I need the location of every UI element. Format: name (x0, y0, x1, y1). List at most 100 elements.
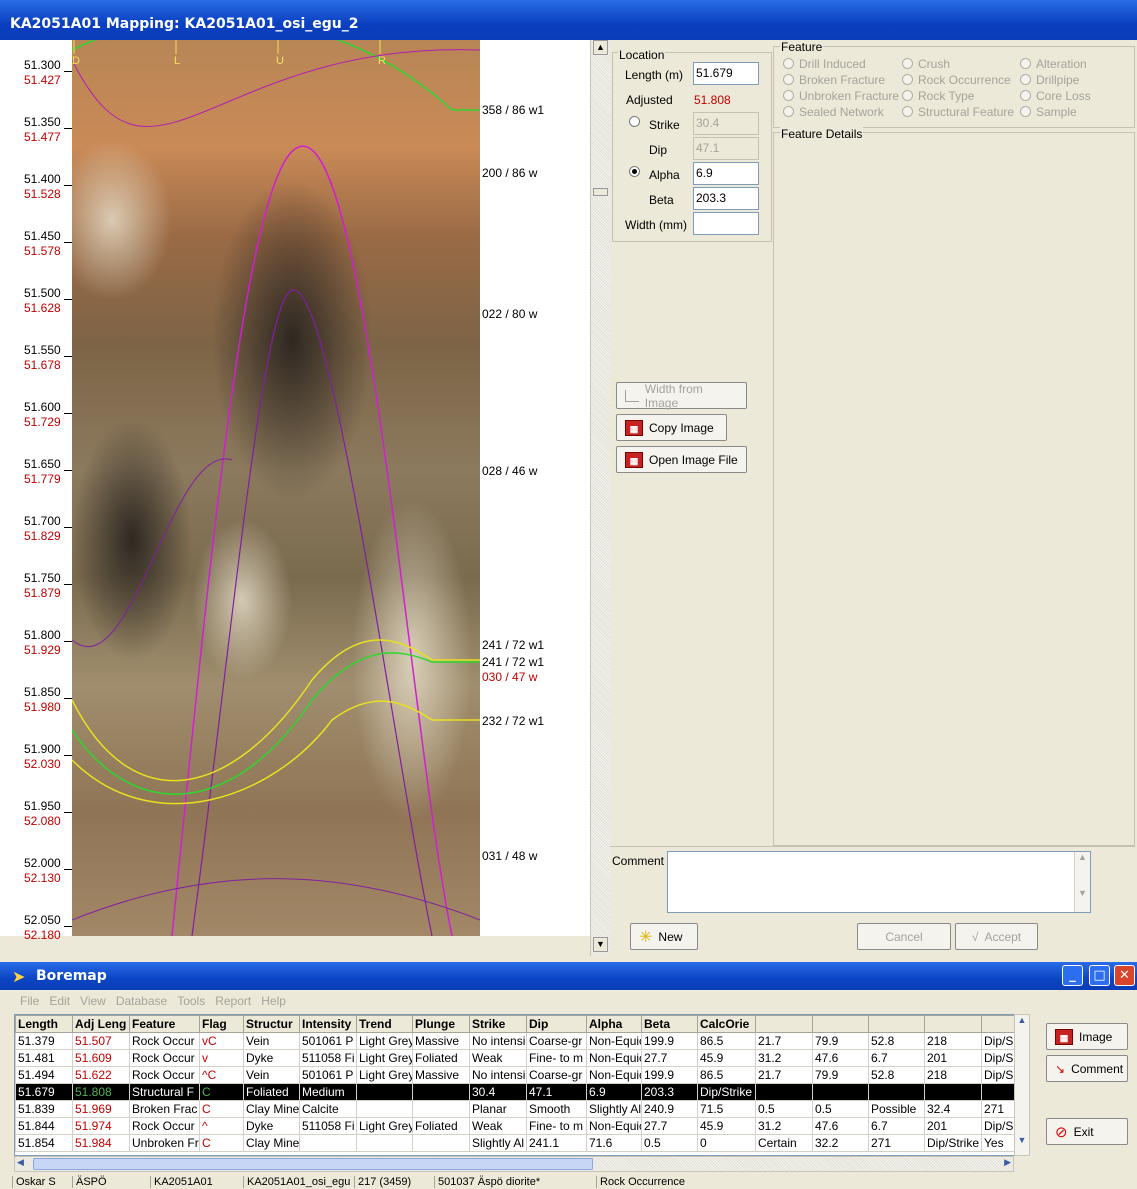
width-field[interactable] (693, 212, 759, 235)
feature-radio[interactable] (902, 58, 913, 69)
column-header[interactable] (812, 1015, 869, 1033)
cancel-button[interactable]: Cancel (857, 923, 951, 950)
scroll-up-button[interactable]: ▲ (593, 40, 608, 55)
chevron-up-icon[interactable]: ▲ (1015, 1015, 1029, 1025)
table-row[interactable]: 51.839 51.969 Broken Frac C Clay Mine Calcite… (15, 1100, 1022, 1118)
scroll-thumb[interactable] (593, 188, 608, 196)
table-cell: 27.7 (641, 1117, 698, 1135)
column-header[interactable]: Plunge (412, 1015, 470, 1033)
feature-radio[interactable] (783, 58, 794, 69)
depth-length: 51.500 (24, 286, 61, 300)
table-row[interactable]: 51.494 51.622 Rock Occur ^C Vein 501061 P Ligh… (15, 1066, 1022, 1084)
minimize-button[interactable]: _ (1062, 965, 1083, 986)
structure-annotation[interactable]: 031 / 48 w (482, 849, 537, 863)
image-button[interactable]: ▦ Image (1046, 1023, 1128, 1050)
column-header[interactable]: CalcOrie (697, 1015, 756, 1033)
exit-button[interactable]: ⊘ Exit (1046, 1118, 1128, 1145)
maximize-button[interactable]: □ (1089, 965, 1110, 986)
core-image[interactable]: DLUR (72, 40, 480, 936)
depth-length: 51.950 (24, 799, 61, 813)
close-button[interactable]: ✕ (1114, 965, 1135, 986)
table-cell: 51.622 (72, 1066, 130, 1084)
feature-radio[interactable] (1020, 106, 1031, 117)
new-button[interactable]: ✳ New (630, 923, 698, 950)
image-scrollbar[interactable]: ▲ ▼ (590, 40, 610, 956)
feature-radio[interactable] (902, 106, 913, 117)
feature-radio[interactable] (1020, 74, 1031, 85)
table-cell: Clay Mine (243, 1100, 300, 1118)
table-row[interactable]: 51.854 51.984 Unbroken Fr C Clay Mine Slightl… (15, 1134, 1022, 1152)
column-header[interactable] (755, 1015, 813, 1033)
column-header[interactable]: Trend (356, 1015, 413, 1033)
column-header[interactable]: Adj Leng (72, 1015, 130, 1033)
structure-annotation[interactable]: 028 / 46 w (482, 464, 537, 478)
alpha-radio[interactable] (629, 166, 640, 177)
feature-radio[interactable] (783, 74, 794, 85)
table-cell: ^C (199, 1066, 244, 1084)
width-from-image-button[interactable]: Width from Image (616, 382, 747, 410)
structure-annotation[interactable]: 022 / 80 w (482, 307, 537, 321)
orientation-label: L (174, 55, 180, 67)
table-row[interactable]: 51.844 51.974 Rock Occur ^ Dyke 511058 Fi Ligh… (15, 1117, 1022, 1135)
table-cell: C (199, 1134, 244, 1152)
column-header[interactable]: Length (15, 1015, 73, 1033)
comment-scrollbar[interactable]: ▲ ▼ (1074, 852, 1090, 912)
column-header[interactable]: Intensity (299, 1015, 357, 1033)
column-header[interactable] (924, 1015, 982, 1033)
column-header[interactable]: Feature (129, 1015, 200, 1033)
menu-item[interactable]: Report (215, 994, 251, 1008)
strike-field[interactable]: 30.4 (693, 112, 759, 135)
table-cell: Clay Mine (243, 1134, 300, 1152)
menu-item[interactable]: Database (116, 994, 167, 1008)
feature-details-label: Feature Details (780, 127, 864, 141)
scroll-down-button[interactable]: ▼ (593, 937, 608, 952)
hscroll-thumb[interactable] (33, 1158, 593, 1170)
column-header[interactable]: Alpha (586, 1015, 642, 1033)
grid-vertical-scrollbar[interactable]: ▲ ▼ (1014, 1014, 1030, 1156)
chevron-right-icon[interactable]: ▶ (1004, 1157, 1011, 1168)
table-row[interactable]: 51.679 51.808 Structural F C Foliated Medium 3… (15, 1083, 1022, 1101)
structure-annotation[interactable]: 232 / 72 w1 (482, 714, 544, 728)
length-field[interactable]: 51.679 (693, 62, 759, 85)
column-header[interactable] (868, 1015, 925, 1033)
accept-button[interactable]: √ Accept (955, 923, 1038, 950)
copy-image-button[interactable]: ▦ Copy Image (616, 414, 727, 441)
beta-field[interactable]: 203.3 (693, 187, 759, 210)
table-row[interactable]: 51.379 51.507 Rock Occur vC Vein 501061 P Ligh… (15, 1032, 1022, 1050)
grid-horizontal-scrollbar[interactable]: ◀ ▶ (14, 1156, 1014, 1172)
column-header[interactable]: Structur (243, 1015, 300, 1033)
menu-item[interactable]: View (80, 994, 106, 1008)
open-image-file-button[interactable]: ▦ Open Image File (616, 446, 747, 473)
feature-radio[interactable] (1020, 58, 1031, 69)
strike-radio[interactable] (629, 116, 640, 127)
depth-tick (64, 812, 72, 813)
feature-radio[interactable] (902, 90, 913, 101)
comment-button[interactable]: ↘ Comment (1046, 1055, 1128, 1082)
structure-annotation[interactable]: 241 / 72 w1 (482, 655, 544, 669)
comment-field[interactable]: ▲ ▼ (667, 851, 1091, 913)
feature-grid[interactable]: Length Adj Leng Feature Flag Structur Intensi… (14, 1014, 1030, 1156)
structure-annotation[interactable]: 030 / 47 w (482, 670, 537, 684)
structure-annotation[interactable]: 358 / 86 w1 (482, 103, 544, 117)
structure-annotation[interactable]: 200 / 86 w (482, 166, 537, 180)
column-header[interactable]: Beta (641, 1015, 698, 1033)
chevron-left-icon[interactable]: ◀ (17, 1157, 24, 1168)
column-header[interactable]: Dip (526, 1015, 587, 1033)
table-row[interactable]: 51.481 51.609 Rock Occur v Dyke 511058 Fi Ligh… (15, 1049, 1022, 1067)
feature-radio[interactable] (1020, 90, 1031, 101)
menu-item[interactable]: Tools (177, 994, 205, 1008)
menu-item[interactable]: Help (261, 994, 286, 1008)
feature-radio[interactable] (783, 106, 794, 117)
column-header[interactable]: Strike (469, 1015, 527, 1033)
dip-field[interactable]: 47.1 (693, 137, 759, 160)
structure-annotation[interactable]: 241 / 72 w1 (482, 638, 544, 652)
column-header[interactable]: Flag (199, 1015, 244, 1033)
menu-item[interactable]: Edit (49, 994, 70, 1008)
chevron-down-icon[interactable]: ▼ (1015, 1135, 1029, 1145)
feature-radio[interactable] (902, 74, 913, 85)
table-cell: Coarse-gr (526, 1032, 587, 1050)
menu-item[interactable]: File (20, 994, 39, 1008)
table-cell: Non-Equic (586, 1066, 642, 1084)
alpha-field[interactable]: 6.9 (693, 162, 759, 185)
feature-radio[interactable] (783, 90, 794, 101)
